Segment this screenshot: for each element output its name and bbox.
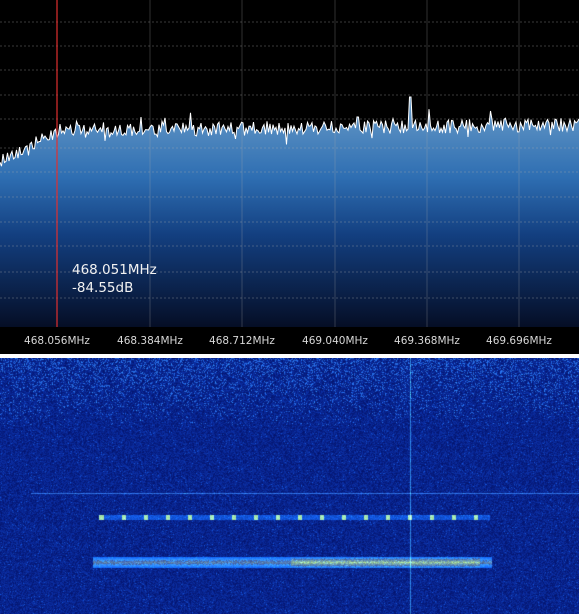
freq-tick: 468.056MHz [24, 335, 90, 347]
freq-tick: 468.384MHz [117, 335, 183, 347]
freq-tick: 469.368MHz [394, 335, 460, 347]
freq-tick: 468.712MHz [209, 335, 275, 347]
freq-tick: 469.040MHz [302, 335, 368, 347]
cursor-level: -84.55dB [72, 280, 134, 296]
freq-tick: 469.696MHz [486, 335, 552, 347]
cursor-frequency: 468.051MHz [72, 262, 157, 278]
waterfall-display[interactable] [0, 358, 579, 614]
frequency-axis: 468.056MHz 468.384MHz 468.712MHz 469.040… [0, 327, 579, 354]
cursor-readout: 468.051MHz -84.55dB [72, 261, 157, 297]
